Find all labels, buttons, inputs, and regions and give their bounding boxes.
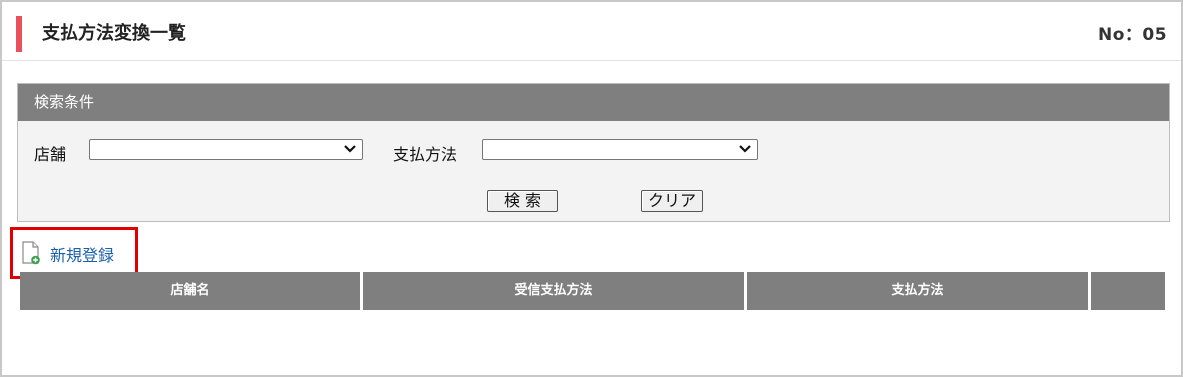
- payment-method-label: 支払方法: [393, 145, 458, 164]
- clear-button[interactable]: クリア: [641, 190, 703, 212]
- page-header: 支払方法変換一覧 No：05: [2, 2, 1181, 61]
- screen-number: No：05: [1098, 25, 1168, 45]
- column-header-payment-method[interactable]: 支払方法: [747, 272, 1088, 310]
- chevron-down-icon: [344, 145, 356, 153]
- table-header-row: 店舗名 受信支払方法 支払方法: [20, 272, 1165, 310]
- payment-method-select[interactable]: [482, 139, 758, 160]
- store-label: 店舗: [34, 145, 67, 164]
- chevron-down-icon: [739, 145, 751, 153]
- search-button[interactable]: 検 索: [487, 190, 558, 212]
- column-header-actions: [1091, 272, 1165, 310]
- store-select[interactable]: [89, 139, 363, 160]
- column-header-store-name[interactable]: 店舗名: [20, 272, 360, 310]
- column-header-received-payment-method[interactable]: 受信支払方法: [363, 272, 744, 310]
- document-add-icon: [22, 241, 40, 265]
- search-conditions-panel: 検索条件 店舗 支払方法 検 索 クリア: [17, 83, 1170, 222]
- title-accent-bar: [16, 16, 22, 52]
- page-title: 支払方法変換一覧: [42, 23, 186, 44]
- search-conditions-heading: 検索条件: [18, 84, 1169, 121]
- page-frame: 支払方法変換一覧 No：05 検索条件 店舗 支払方法 検 索 クリア 新規登録: [0, 0, 1183, 377]
- new-registration-label: 新規登録: [50, 246, 115, 265]
